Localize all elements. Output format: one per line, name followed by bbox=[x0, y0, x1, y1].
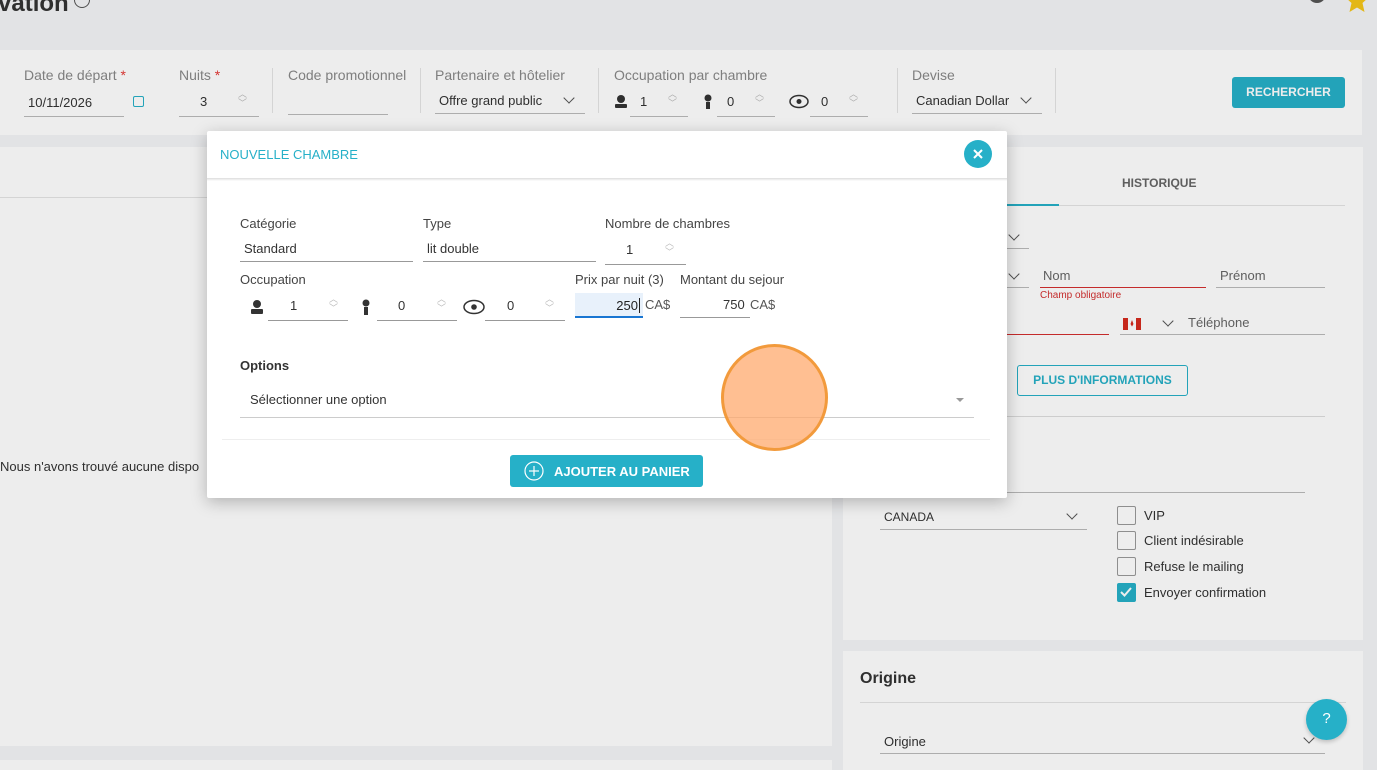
child-icon bbox=[360, 299, 372, 315]
help-button[interactable]: ? bbox=[1306, 699, 1347, 740]
infant-icon bbox=[463, 299, 485, 315]
modal-infants-stepper[interactable]: ︿ ﹀ bbox=[545, 295, 554, 313]
help-icon: ? bbox=[1322, 710, 1331, 727]
type-label: Type bbox=[423, 216, 452, 231]
options-dropdown-arrow-icon bbox=[956, 398, 964, 402]
close-icon bbox=[973, 149, 983, 159]
rooms-input[interactable]: 1 bbox=[626, 242, 633, 257]
new-room-dialog: NOUVELLE CHAMBRE Catégorie Standard Type… bbox=[207, 131, 1007, 498]
plus-circle-icon bbox=[524, 461, 544, 481]
category-input[interactable]: Standard bbox=[244, 241, 297, 256]
adult-icon bbox=[250, 299, 264, 314]
cursor-highlight bbox=[721, 344, 828, 451]
price-input[interactable]: 250 bbox=[575, 293, 643, 317]
type-input[interactable]: lit double bbox=[427, 241, 479, 256]
rooms-label: Nombre de chambres bbox=[605, 216, 730, 231]
rooms-stepper[interactable]: ︿ ﹀ bbox=[665, 239, 674, 257]
modal-children-input[interactable]: 0 bbox=[398, 298, 405, 313]
options-label: Options bbox=[240, 358, 290, 373]
price-label: Prix par nuit (3) bbox=[575, 272, 664, 287]
dialog-title: NOUVELLE CHAMBRE bbox=[220, 147, 358, 162]
modal-children-stepper[interactable]: ︿ ﹀ bbox=[437, 295, 446, 313]
modal-adults-stepper[interactable]: ︿ ﹀ bbox=[329, 295, 338, 313]
total-currency: CA$ bbox=[750, 297, 776, 312]
price-value: 250 bbox=[616, 298, 640, 313]
add-to-cart-button[interactable]: AJOUTER AU PANIER bbox=[510, 455, 703, 487]
category-label: Catégorie bbox=[240, 216, 297, 231]
occupation-label: Occupation bbox=[240, 272, 306, 287]
price-currency: CA$ bbox=[645, 297, 671, 312]
total-label: Montant du sejour bbox=[680, 272, 785, 287]
modal-adults-input[interactable]: 1 bbox=[290, 298, 297, 313]
total-value: 750 bbox=[723, 297, 745, 312]
add-to-cart-label: AJOUTER AU PANIER bbox=[554, 464, 690, 479]
options-placeholder: Sélectionner une option bbox=[250, 392, 387, 407]
options-select[interactable]: Sélectionner une option bbox=[240, 383, 974, 418]
modal-infants-input[interactable]: 0 bbox=[507, 298, 514, 313]
close-button[interactable] bbox=[964, 140, 992, 168]
